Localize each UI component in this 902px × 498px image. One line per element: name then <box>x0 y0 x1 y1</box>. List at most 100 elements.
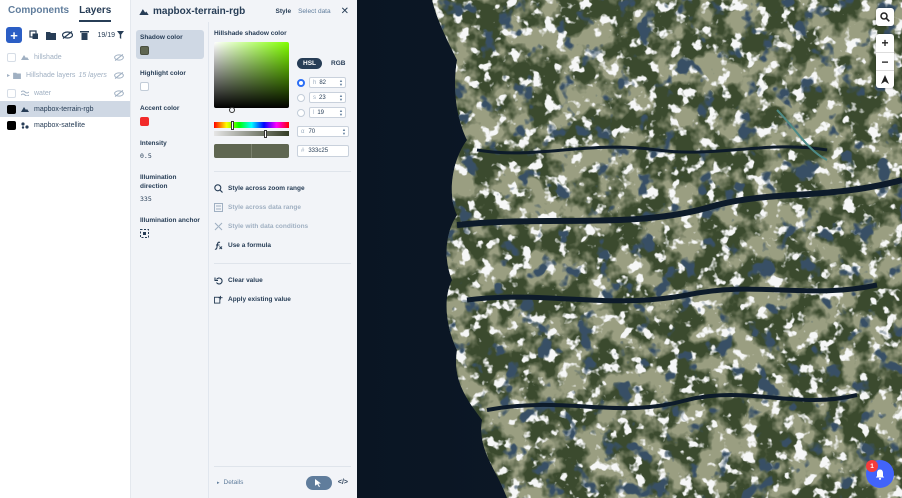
stepper-icon[interactable]: ▲ ▼ <box>339 93 343 102</box>
hide-icon[interactable] <box>62 30 73 41</box>
layer-label: mapbox-terrain-rgb <box>34 105 94 113</box>
map-search-control[interactable] <box>876 8 894 26</box>
tab-select-data[interactable]: Select data <box>298 8 331 15</box>
channel-key: l <box>313 109 315 116</box>
shadow-color-swatch <box>140 46 149 55</box>
property-illumination-anchor[interactable]: Illumination anchor <box>136 213 204 244</box>
alpha-slider-handle[interactable] <box>264 130 267 138</box>
channel-key: s <box>313 94 316 101</box>
compass-button[interactable] <box>876 70 894 88</box>
layer-item-mapbox-satellite[interactable]: mapbox-satellite <box>0 117 130 133</box>
alpha-input[interactable]: α 70 ▲ ▼ <box>297 126 349 137</box>
layers-panel: Components Layers + 19/19 hillshade ▸ Hi… <box>0 0 131 498</box>
color-mode-toggle: HSL RGB <box>297 58 351 69</box>
layer-item-hillshade[interactable]: hillshade <box>0 49 130 65</box>
caret-right-icon: ▸ <box>217 479 220 486</box>
apply-existing-value-button[interactable]: Apply existing value <box>214 290 351 309</box>
tab-layers[interactable]: Layers <box>79 5 112 22</box>
style-data-range-button[interactable]: Style across data range <box>214 198 351 217</box>
compass-icon <box>881 75 889 84</box>
color-editor: Hillshade shadow color HSL RGB h 82 ▲▼ <box>214 30 351 309</box>
tab-components[interactable]: Components <box>8 5 69 22</box>
property-label: Shadow color <box>140 34 183 41</box>
channel-value: 23 <box>319 94 326 101</box>
hue-slider[interactable] <box>214 122 289 128</box>
style-data-conditions-button[interactable]: Style with data conditions <box>214 217 351 236</box>
channel-s-input[interactable]: s 23 ▲ ▼ <box>309 92 346 103</box>
trash-icon[interactable] <box>79 30 90 41</box>
channel-h: h 82 ▲ ▼ <box>297 77 346 88</box>
property-illumination-direction[interactable]: Illumination direction 335 <box>136 170 204 206</box>
hue-slider-handle[interactable] <box>231 121 234 130</box>
color-preview-swatch <box>214 144 289 158</box>
caret-right-icon[interactable]: ▸ <box>7 72 10 79</box>
duplicate-icon[interactable] <box>28 30 39 41</box>
zoom-range-icon <box>214 184 223 193</box>
undo-icon <box>214 276 223 285</box>
layer-checkbox[interactable] <box>7 88 16 98</box>
action-label: Use a formula <box>228 242 271 249</box>
eye-slash-icon[interactable] <box>114 53 124 61</box>
eye-slash-icon[interactable] <box>114 71 124 79</box>
layer-item-water[interactable]: water <box>0 85 130 101</box>
details-toggle[interactable]: ▸ Details <box>217 479 243 486</box>
property-intensity[interactable]: Intensity 0.5 <box>136 136 204 163</box>
map-nav-control: + − <box>876 34 894 88</box>
editor-tabs: Style Select data <box>276 8 331 15</box>
viewport-anchor-icon <box>140 229 200 241</box>
alpha-slider[interactable] <box>214 131 289 136</box>
style-zoom-range-button[interactable]: Style across zoom range <box>214 179 351 198</box>
stepper-icon[interactable]: ▲ ▼ <box>342 127 346 136</box>
map-canvas[interactable]: + − 1 <box>357 0 902 498</box>
channel-h-radio[interactable] <box>297 78 305 87</box>
action-label: Style across zoom range <box>228 185 305 192</box>
property-shadow-color[interactable]: Shadow color <box>136 30 204 59</box>
clear-value-button[interactable]: Clear value <box>214 271 351 290</box>
mode-hsl[interactable]: HSL <box>297 58 322 69</box>
hillshade-icon <box>21 107 29 112</box>
hex-input[interactable]: # 333c25 <box>297 145 349 157</box>
channel-l-input[interactable]: l 19 ▲ ▼ <box>309 107 346 118</box>
hex-key: # <box>301 148 305 154</box>
layer-checkbox[interactable] <box>7 52 16 62</box>
mode-rgb[interactable]: RGB <box>325 58 351 69</box>
property-accent-color[interactable]: Accent color <box>136 101 204 129</box>
property-label: Intensity <box>140 140 167 147</box>
action-label: Style across data range <box>228 204 301 211</box>
color-handle[interactable] <box>229 107 235 113</box>
layer-group-count: 15 layers <box>78 71 107 79</box>
channel-s-radio[interactable] <box>297 93 305 102</box>
layer-swatch <box>7 120 16 130</box>
hex-value: 333c25 <box>308 148 329 154</box>
layer-item-mapbox-terrain-rgb[interactable]: mapbox-terrain-rgb <box>0 101 130 117</box>
zoom-in-button[interactable]: + <box>876 34 894 52</box>
folder-icon[interactable] <box>45 30 56 41</box>
divider <box>208 22 209 498</box>
tab-style[interactable]: Style <box>276 8 292 15</box>
use-formula-button[interactable]: Use a formula <box>214 236 351 255</box>
property-label: Illumination direction <box>140 174 177 190</box>
code-view-button[interactable]: </> <box>338 479 348 486</box>
data-conditions-icon <box>214 222 223 231</box>
layer-count[interactable]: 19/19 <box>97 31 124 39</box>
channel-l-radio[interactable] <box>297 108 305 117</box>
property-highlight-color[interactable]: Highlight color <box>136 66 204 94</box>
select-mode-button[interactable] <box>305 475 332 490</box>
color-picker: HSL RGB h 82 ▲ ▼ s 23 ▲ ▼ l 19 ▲ ▼ α 70 … <box>214 42 351 142</box>
divider <box>214 263 351 264</box>
accent-color-swatch <box>140 117 149 126</box>
stepper-icon[interactable]: ▲ ▼ <box>339 108 343 117</box>
close-icon[interactable]: ✕ <box>341 6 349 17</box>
eye-slash-icon[interactable] <box>114 89 124 97</box>
water-icon <box>21 90 29 96</box>
stepper-icon[interactable]: ▲ ▼ <box>339 78 343 87</box>
property-label: Accent color <box>140 105 180 112</box>
search-icon[interactable] <box>876 8 894 26</box>
add-layer-button[interactable]: + <box>6 27 22 43</box>
bell-icon <box>875 469 885 480</box>
channel-h-input[interactable]: h 82 ▲ ▼ <box>309 77 346 88</box>
saturation-lightness-area[interactable] <box>214 42 289 108</box>
satellite-terrain-image <box>357 0 902 498</box>
zoom-out-button[interactable]: − <box>876 52 894 70</box>
layer-group-hillshade-layers[interactable]: ▸ Hillshade layers 15 layers <box>0 67 130 83</box>
